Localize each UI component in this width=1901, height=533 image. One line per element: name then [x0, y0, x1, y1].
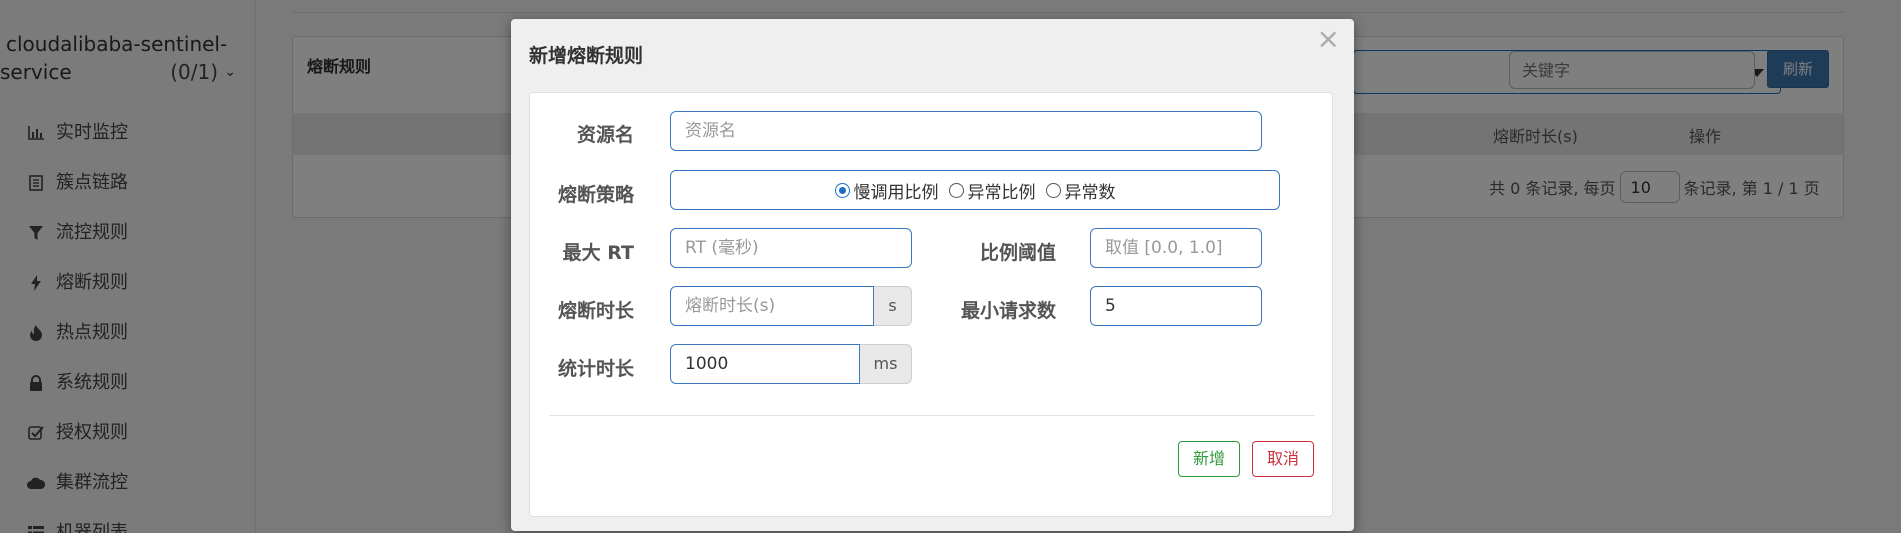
degrade-duration-label: 熔断时长	[557, 300, 634, 322]
radio-unchecked-icon[interactable]	[1045, 182, 1061, 198]
resource-name-input[interactable]	[670, 111, 1262, 151]
radio-label: 异常数	[1064, 182, 1116, 203]
stat-interval-unit-addon: ms	[860, 344, 912, 384]
degrade-duration-input[interactable]	[670, 286, 874, 326]
dialog-divider	[549, 415, 1315, 416]
radio-label: 慢调用比例	[853, 182, 939, 203]
duration-unit-addon: s	[874, 286, 912, 326]
radio-slow-call-ratio[interactable]: 慢调用比例	[834, 178, 939, 203]
radio-checked-icon[interactable]	[834, 182, 850, 198]
min-requests-label: 最小请求数	[960, 300, 1056, 322]
dialog-title: 新增熔断规则	[529, 45, 644, 67]
resource-name-label: 资源名	[576, 124, 634, 146]
ratio-threshold-label: 比例阈值	[979, 242, 1056, 264]
radio-unchecked-icon[interactable]	[948, 182, 964, 198]
close-icon[interactable]: ×	[1317, 25, 1340, 53]
max-rt-input[interactable]	[670, 228, 912, 268]
radio-error-ratio[interactable]: 异常比例	[948, 178, 1036, 203]
max-rt-label: 最大 RT	[562, 242, 634, 264]
stat-interval-input[interactable]	[670, 344, 860, 384]
min-requests-input[interactable]	[1090, 286, 1262, 326]
cancel-button[interactable]: 取消	[1252, 441, 1314, 477]
radio-error-count[interactable]: 异常数	[1045, 178, 1116, 203]
strategy-radio-group: 慢调用比例 异常比例 异常数	[670, 170, 1280, 210]
ratio-threshold-input[interactable]	[1090, 228, 1262, 268]
stat-interval-label: 统计时长	[557, 358, 634, 380]
strategy-label: 熔断策略	[557, 184, 634, 206]
radio-label: 异常比例	[967, 182, 1036, 203]
add-button[interactable]: 新增	[1178, 441, 1240, 477]
